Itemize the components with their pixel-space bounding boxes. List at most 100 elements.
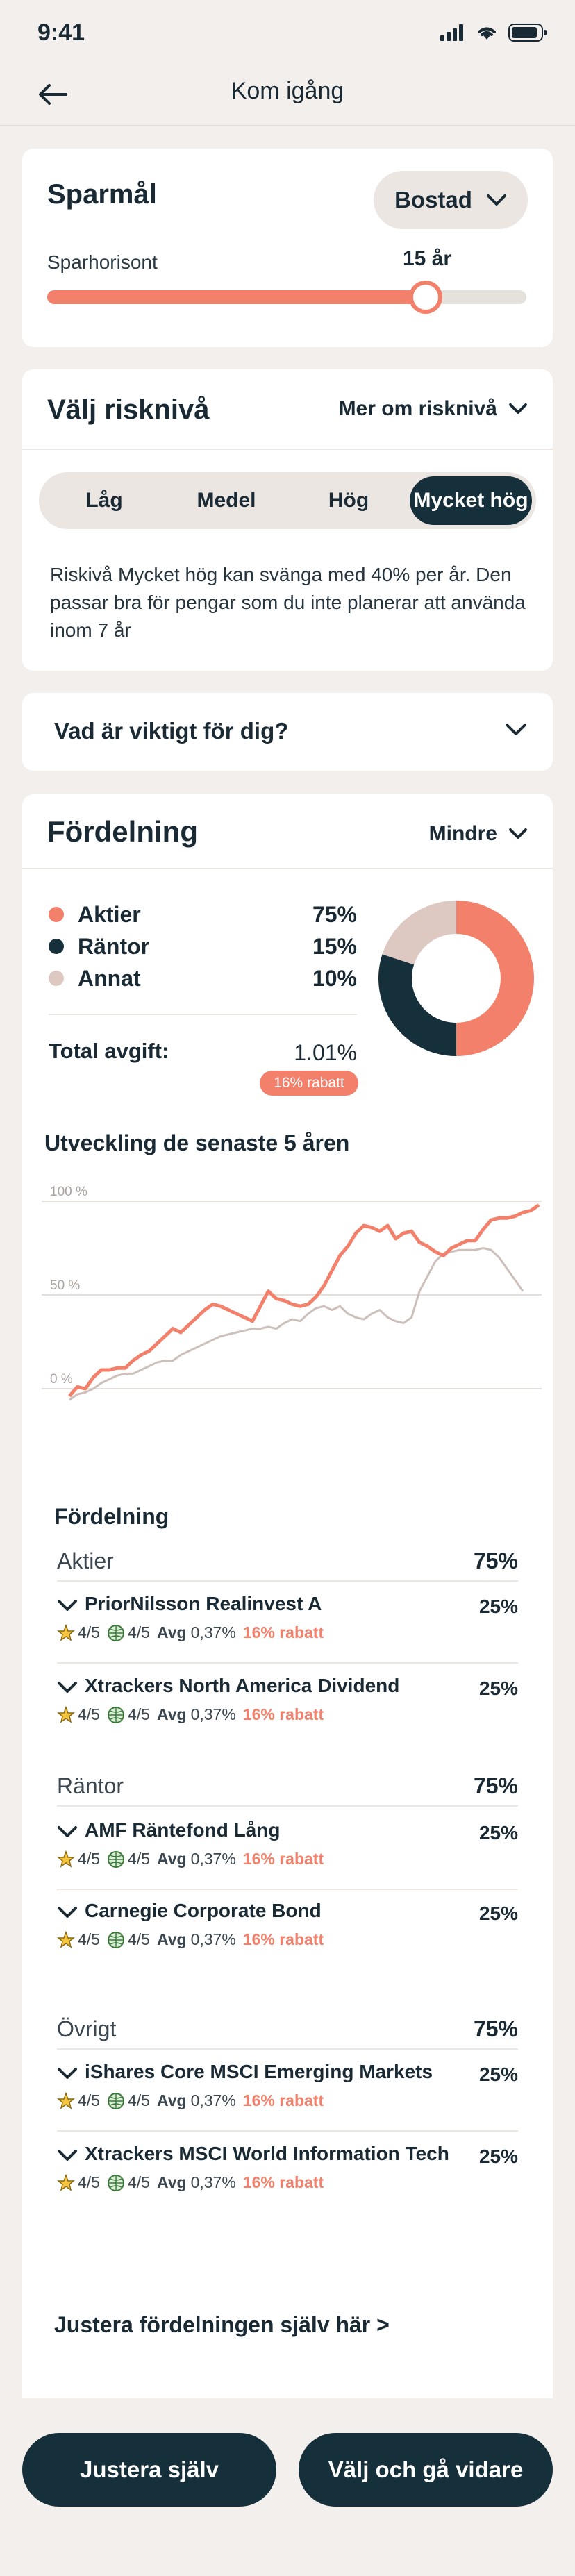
expand-button[interactable] [504,717,528,745]
legend-label: Aktier [78,901,141,927]
fund-sustainability-value: 4/5 [127,2091,150,2109]
chevron-down-icon [509,828,527,839]
importance-card[interactable]: Vad är viktigt för dig? [22,693,553,771]
fund-rating-value: 4/5 [78,1623,100,1641]
risk-info-toggle[interactable]: Mer om risknivå [339,397,528,421]
chevron-down-icon [486,194,506,206]
discount-text: 16% rabatt [242,1705,324,1723]
fund-rating-value: 4/5 [78,1930,100,1948]
risk-option-hog[interactable]: Hög [288,476,410,525]
fund-sustainability-value: 4/5 [127,1850,150,1868]
risk-option-lag[interactable]: Låg [43,476,165,525]
globe-icon [107,1624,124,1641]
legend-value: 15% [312,933,357,959]
fund-rating: 4/5 [57,1930,100,1949]
fund-percentage: 25% [478,1596,518,1617]
fund-row[interactable]: PriorNilsson Realinvest A 25% 4/5 4/5 Av… [57,1583,518,1664]
fee-label: Avg [156,1850,187,1868]
fund-rating-value: 4/5 [78,1705,100,1723]
page-title: Kom igång [231,78,344,104]
breakdown-title: Fördelning [54,1504,169,1529]
fee-label: Avg [156,2173,187,2191]
fund-name: AMF Räntefond Lång [85,1819,281,1841]
donut-slice-annat [382,901,456,965]
allocation-legend: Aktier 75% Räntor 15% Annat 10% [49,898,357,994]
legend-value: 75% [312,901,357,927]
legend-item: Aktier 75% [49,898,357,930]
fund-rating: 4/5 [57,2091,100,2110]
chevron-down-icon[interactable] [57,2066,78,2080]
legend-dot [49,971,64,986]
star-icon [57,1623,75,1641]
fund-sustainability-value: 4/5 [127,2173,150,2191]
group-percentage: 75% [473,1548,518,1573]
allocation-collapse-toggle[interactable]: Mindre [429,822,528,846]
fund-sustainability: 4/5 [107,1930,150,1949]
continue-button[interactable]: Välj och gå vidare [299,2433,553,2507]
chevron-down-icon[interactable] [57,1905,78,1919]
star-icon [57,2173,75,2191]
fee-label: Avg [156,1705,187,1723]
allocation-title: Fördelning [47,815,198,848]
fund-percentage: 25% [478,2064,518,2085]
group-name: Räntor [57,1773,124,1798]
fee-label: Avg [156,2091,187,2109]
fund-percentage: 25% [478,1902,518,1924]
fund-sustainability-value: 4/5 [127,1623,150,1641]
importance-title: Vad är viktigt för dig? [54,718,289,744]
fund-name: PriorNilsson Realinvest A [85,1593,322,1614]
fund-row[interactable]: AMF Räntefond Lång 25% 4/5 4/5 Avg 0,37%… [57,1809,518,1890]
risk-option-medel[interactable]: Medel [165,476,288,525]
discount-text: 16% rabatt [242,1623,324,1641]
slider-thumb[interactable] [409,281,443,314]
goal-dropdown[interactable]: Bostad [374,171,528,229]
fund-row[interactable]: Carnegie Corporate Bond 25% 4/5 4/5 Avg … [57,1890,518,1971]
group-header-ovrigt: Övrigt 75% [57,2009,518,2050]
fund-sustainability: 4/5 [107,1705,150,1724]
fee-value: 0,37% [190,1623,236,1641]
fund-sustainability: 4/5 [107,1850,150,1868]
fund-row[interactable]: Xtrackers MSCI World Information Tech 25… [57,2133,518,2214]
chevron-down-icon [506,724,526,735]
legend-item: Räntor 15% [49,930,357,962]
risk-info-label: Mer om risknivå [338,397,497,420]
allocation-toggle-label: Mindre [428,822,497,845]
fund-rating-value: 4/5 [78,2173,100,2191]
horizon-value: 15 år [403,247,452,270]
star-icon [57,1705,75,1723]
chevron-down-icon[interactable] [57,2148,78,2162]
status-icons [440,24,547,42]
savings-goal-card: Sparmål Bostad Sparhorisont 15 år [22,149,553,347]
fund-row[interactable]: iShares Core MSCI Emerging Markets 25% 4… [57,2051,518,2132]
chevron-down-icon[interactable] [57,1825,78,1839]
chevron-down-icon [509,403,527,414]
legend-dot [49,939,64,954]
chevron-down-icon[interactable] [57,1680,78,1694]
globe-icon [107,1850,124,1868]
group-header-rantor: Räntor 75% [57,1766,518,1807]
divider [22,449,553,450]
adjust-allocation-link[interactable]: Justera fördelningen själv här > [54,2312,390,2338]
y-tick-label: 50 % [50,1278,80,1293]
fee-value: 0,37% [190,1930,236,1948]
fund-percentage: 25% [478,1678,518,1699]
fee-label: Avg [156,1930,187,1948]
slider-fill [47,290,426,304]
chevron-down-icon[interactable] [57,1598,78,1612]
fund-rating: 4/5 [57,1850,100,1868]
fund-rating-value: 4/5 [78,1850,100,1868]
series-line-primary [68,1203,540,1398]
legend-value: 10% [312,965,357,991]
star-icon [57,2091,75,2109]
discount-text: 16% rabatt [242,1850,324,1868]
adjust-self-button[interactable]: Justera själv [22,2433,276,2507]
footer-actions: Justera själv Välj och gå vidare [0,2398,575,2576]
group-percentage: 75% [473,1773,518,1798]
horizon-slider[interactable] [47,281,526,314]
donut-slice-aktier [456,901,534,1056]
allocation-card: Fördelning Mindre Aktier 75% Räntor 15% … [22,794,553,2405]
fund-name: Carnegie Corporate Bond [85,1900,322,1921]
risk-option-mycket-hog[interactable]: Mycket hög [410,476,532,525]
fund-row[interactable]: Xtrackers North America Dividend 25% 4/5… [57,1665,518,1746]
group-name: Övrigt [57,2016,117,2041]
